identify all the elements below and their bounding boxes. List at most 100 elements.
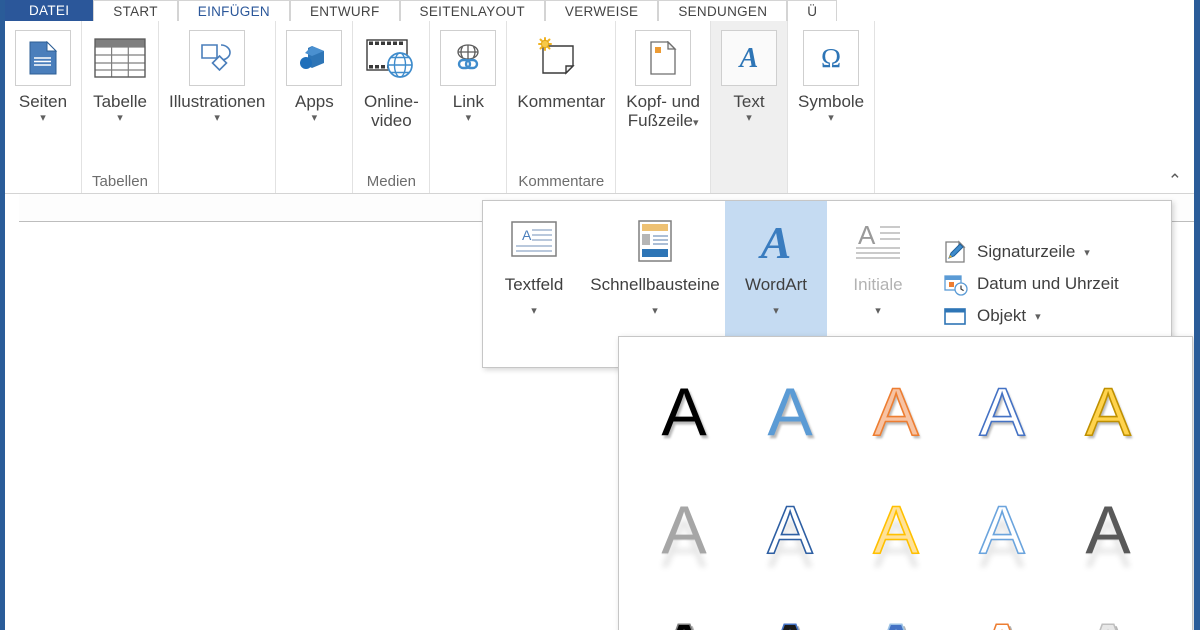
wordart-style-1[interactable]: A — [631, 353, 737, 471]
wordart-style-10[interactable]: A — [1055, 471, 1161, 589]
wordart-style-11[interactable]: A — [631, 589, 737, 630]
wordart-style-7[interactable]: A — [737, 471, 843, 589]
wordart-style-12[interactable]: A — [737, 589, 843, 630]
tab-sendungen[interactable]: SENDUNGEN — [658, 0, 788, 21]
ribbon-label-link: Link — [452, 92, 484, 111]
ribbon-group-kommentar: Kommentar Kommentare — [507, 21, 617, 193]
wordart-style-gallery: A A A A A A A A A A A A A A A — [618, 336, 1193, 630]
ribbon-label-kopf-line2: Fußzeile — [627, 111, 693, 131]
wordart-style-13[interactable]: A — [843, 589, 949, 630]
wordart-style-14[interactable]: A — [949, 589, 1055, 630]
ribbon-group-kopf-fusszeile: Kopf- und Fußzeile▾ — [616, 21, 711, 193]
svg-text:A: A — [522, 227, 532, 243]
ribbon-einfuegen: Seiten ▾ Tabelle ▾ Tabellen Illustration… — [5, 21, 1194, 194]
tab-datei[interactable]: DATEI — [5, 0, 94, 21]
chevron-down-icon[interactable]: ▾ — [828, 113, 834, 124]
tab-start[interactable]: START — [93, 0, 178, 21]
wordart-gallery-row: A A A A A — [631, 589, 1182, 630]
ribbon-label-apps: Apps — [295, 92, 334, 111]
object-icon — [943, 304, 968, 329]
chevron-down-icon[interactable]: ▾ — [773, 304, 779, 317]
ribbon-group-illustrationen: Illustrationen ▾ — [159, 21, 277, 193]
ribbon-label-tabelle: Tabelle — [93, 92, 147, 111]
chevron-down-icon[interactable]: ▾ — [312, 113, 318, 124]
wordart-style-15[interactable]: A — [1055, 589, 1161, 630]
ribbon-group-tabelle: Tabelle ▾ Tabellen — [82, 21, 159, 193]
wordart-style-9[interactable]: A — [949, 471, 1055, 589]
table-icon[interactable] — [92, 30, 148, 86]
tab-einfuegen[interactable]: EINFÜGEN — [177, 0, 290, 21]
chevron-down-icon[interactable]: ▾ — [746, 113, 752, 124]
ribbon-trailing-area: ⌃ — [875, 21, 1194, 193]
ribbon-tab-strip: DATEI START EINFÜGEN ENTWURF SEITENLAYOU… — [5, 0, 1194, 21]
menu-item-wordart-label: WordArt — [744, 275, 808, 294]
menu-item-signaturzeile[interactable]: Signaturzeile ▾ — [943, 239, 1171, 265]
ribbon-label-symbole: Symbole — [798, 92, 865, 111]
wordart-style-3[interactable]: A — [843, 353, 949, 471]
wordart-style-8[interactable]: A — [843, 471, 949, 589]
ribbon-group-seiten: Seiten ▾ — [5, 21, 82, 193]
chevron-down-icon[interactable]: ▾ — [1084, 246, 1090, 259]
ribbon-label-online-video-line2: video — [371, 111, 412, 131]
tab-strip-filler — [837, 0, 1194, 21]
chevron-down-icon[interactable]: ▾ — [466, 113, 472, 124]
menu-item-datum-uhrzeit-label: Datum und Uhrzeit — [977, 274, 1119, 293]
tab-entwurf[interactable]: ENTWURF — [289, 0, 400, 21]
wordart-style-4[interactable]: A — [949, 353, 1055, 471]
tab-ueberpruefen[interactable]: Ü — [787, 0, 838, 21]
wordart-style-2[interactable]: A — [737, 353, 843, 471]
illustrations-icon[interactable] — [189, 30, 246, 86]
menu-item-objekt-label: Objekt — [977, 306, 1027, 325]
menu-item-textfeld[interactable]: A Textfeld ▾ — [483, 201, 585, 367]
link-icon[interactable] — [440, 30, 497, 86]
online-video-icon[interactable] — [363, 30, 420, 86]
apps-icon[interactable] — [286, 30, 343, 86]
wordart-gallery-row: A A A A A — [631, 471, 1182, 589]
tab-verweise[interactable]: VERWEISE — [544, 0, 659, 21]
ribbon-label-online-video-line1: Online- — [363, 92, 419, 111]
chevron-down-icon[interactable]: ▾ — [531, 304, 537, 317]
menu-item-signaturzeile-label: Signaturzeile — [977, 242, 1076, 261]
signature-line-icon — [943, 239, 968, 265]
wordart-gallery-row: A A A A A — [631, 353, 1182, 471]
menu-item-objekt[interactable]: Objekt ▾ — [943, 304, 1171, 329]
chevron-down-icon[interactable]: ▾ — [652, 304, 658, 317]
collapse-ribbon-icon[interactable]: ⌃ — [1168, 172, 1182, 189]
ribbon-group-link: Link ▾ — [430, 21, 508, 193]
chevron-down-icon[interactable]: ▾ — [1035, 310, 1041, 323]
header-footer-icon[interactable] — [635, 30, 692, 86]
date-time-icon — [943, 272, 968, 297]
ribbon-group-title-tabellen: Tabellen — [92, 173, 148, 190]
text-box-icon: A — [508, 213, 560, 271]
ribbon-label-kopf-line1: Kopf- und — [626, 92, 700, 111]
ribbon-group-title-medien: Medien — [366, 173, 416, 190]
ribbon-label-kommentar: Kommentar — [517, 92, 606, 111]
symbols-icon[interactable]: Ω — [803, 30, 860, 86]
ribbon-label-seiten: Seiten — [18, 92, 68, 111]
text-icon[interactable]: A — [721, 30, 777, 86]
wordart-style-5[interactable]: A — [1055, 353, 1161, 471]
menu-item-textfeld-label: Textfeld — [504, 275, 564, 294]
tab-seitenlayout[interactable]: SEITENLAYOUT — [399, 0, 545, 21]
menu-item-initiale-label: Initiale — [853, 275, 903, 294]
ribbon-group-apps: Apps ▾ — [276, 21, 354, 193]
menu-item-datum-uhrzeit[interactable]: Datum und Uhrzeit — [943, 272, 1171, 297]
chevron-down-icon[interactable]: ▾ — [40, 113, 46, 124]
drop-cap-icon: A — [852, 213, 904, 271]
menu-item-schnellbausteine-label: Schnellbausteine — [590, 275, 720, 294]
quick-parts-icon — [631, 213, 679, 271]
ribbon-label-illustrationen: Illustrationen — [169, 92, 266, 111]
wordart-style-6[interactable]: A — [631, 471, 737, 589]
chevron-down-icon[interactable]: ▾ — [214, 113, 220, 124]
ribbon-group-text: A Text ▾ — [711, 21, 788, 193]
ribbon-group-symbole: Ω Symbole ▾ — [788, 21, 876, 193]
ribbon-group-online-video: Online- video Medien — [353, 21, 431, 193]
chevron-down-icon[interactable]: ▾ — [117, 113, 123, 124]
wordart-icon: A — [750, 213, 802, 271]
comment-icon[interactable] — [533, 30, 590, 86]
chevron-down-icon[interactable]: ▾ — [875, 304, 881, 317]
omega-glyph: Ω — [821, 43, 841, 73]
pages-icon[interactable] — [15, 30, 71, 86]
ribbon-label-kopf-fusszeile: Kopf- und Fußzeile▾ — [626, 92, 700, 130]
chevron-down-icon[interactable]: ▾ — [693, 117, 699, 129]
